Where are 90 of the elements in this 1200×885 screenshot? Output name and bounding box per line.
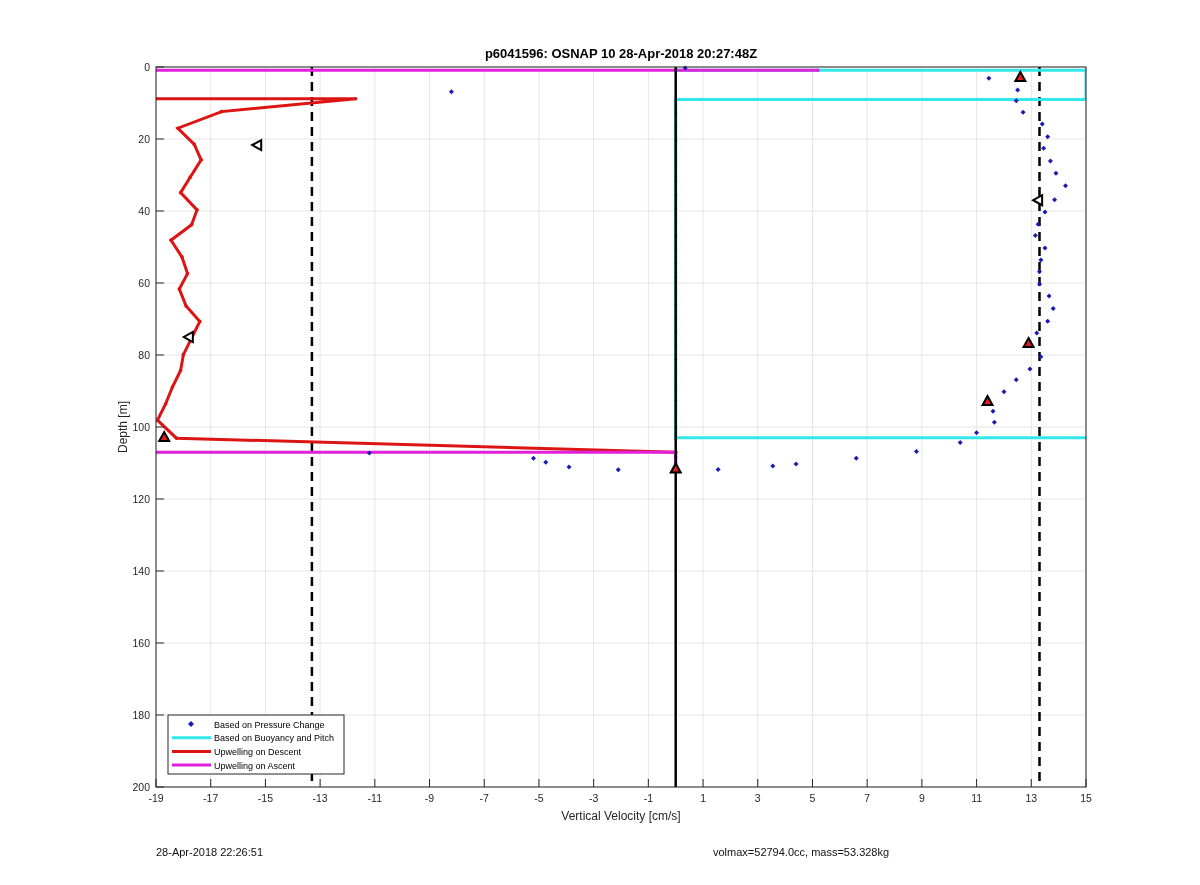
legend-line-icon (172, 763, 211, 767)
data-point (1052, 197, 1058, 203)
x-tick-label: 1 (700, 792, 706, 804)
data-point (1041, 145, 1047, 151)
x-tick-label: -17 (203, 792, 219, 804)
legend-line-icon (172, 749, 211, 753)
data-point (1037, 269, 1042, 275)
data-point (566, 464, 572, 470)
data-point (770, 463, 776, 469)
data-point (1045, 318, 1051, 324)
data-point (1042, 245, 1048, 251)
y-tick-label: 200 (132, 781, 150, 793)
data-point (366, 450, 372, 456)
x-tick-label: -9 (424, 792, 435, 804)
data-point (853, 455, 859, 461)
y-tick-label: 40 (138, 205, 150, 217)
data-point (991, 419, 997, 425)
triangle-up-marker (157, 430, 171, 443)
x-tick-label: 9 (918, 792, 925, 804)
triangle-up-marker (1021, 336, 1036, 349)
triangle-left-marker (181, 330, 194, 344)
volume-mass-text: volmax=52794.0cc, mass=53.328kg (713, 846, 890, 858)
x-tick-label: 15 (1080, 792, 1092, 804)
data-point (1047, 158, 1053, 164)
triangle-left-marker (250, 138, 263, 152)
data-point (793, 461, 799, 467)
chart-title: p6041596: OSNAP 10 28-Apr-2018 20:27:48Z (484, 46, 758, 61)
data-point (1034, 330, 1040, 336)
legend-label: Upwelling on Ascent (214, 760, 296, 771)
legend-line-icon (172, 736, 211, 740)
y-tick-label: 120 (132, 493, 150, 505)
x-tick-label: -3 (589, 792, 599, 804)
triangle-up-marker (980, 394, 995, 407)
data-point (1013, 377, 1019, 383)
y-axis-label: Depth [m] (116, 401, 130, 453)
data-point (682, 65, 688, 71)
data-point (1063, 183, 1068, 189)
x-tick-label: 13 (1025, 792, 1038, 804)
x-tick-label: 11 (971, 792, 983, 804)
triangle-up-marker (669, 461, 683, 474)
y-tick-label: 100 (132, 421, 150, 433)
x-tick-label: -1 (643, 792, 653, 804)
y-tick-label: 20 (138, 133, 150, 145)
legend-label: Upwelling on Descent (214, 746, 302, 757)
data-point (1035, 221, 1041, 227)
x-tick-label: -5 (534, 792, 544, 804)
data-point (448, 89, 454, 95)
legend-label: Based on Pressure Change (214, 719, 325, 730)
data-point (1046, 293, 1052, 299)
data-point (615, 467, 621, 473)
y-tick-label: 180 (132, 709, 150, 721)
data-point (974, 430, 980, 436)
data-point (530, 455, 536, 461)
data-point (1038, 354, 1044, 360)
data-point (715, 467, 721, 472)
triangle-left-marker (1031, 193, 1044, 207)
data-point (1001, 389, 1007, 395)
data-point (1045, 134, 1051, 140)
data-point (957, 440, 963, 445)
x-tick-label: 3 (754, 792, 761, 804)
legend-label: Based on Buoyancy and Pitch (214, 733, 335, 744)
x-tick-label: 5 (809, 792, 816, 804)
data-point (1027, 366, 1033, 372)
x-tick-label: -13 (312, 792, 328, 804)
y-tick-label: 140 (132, 565, 150, 577)
data-point (1042, 209, 1048, 215)
data-point (1015, 87, 1021, 93)
x-tick-label: -7 (479, 792, 489, 804)
data-point (986, 75, 992, 81)
y-tick-label: 160 (132, 637, 150, 649)
x-tick-label: -15 (257, 792, 273, 804)
y-tick-label: 80 (138, 349, 150, 361)
data-point (1050, 306, 1056, 312)
data-point (1037, 281, 1042, 287)
data-point (543, 459, 549, 465)
triangle-up-marker (1013, 70, 1028, 83)
x-tick-label: 7 (864, 792, 871, 804)
x-tick-label: -19 (148, 792, 164, 804)
data-point (1032, 233, 1038, 238)
data-point (1038, 257, 1044, 263)
data-point (1039, 121, 1045, 127)
data-point (1013, 98, 1019, 104)
y-tick-label: 0 (144, 61, 150, 73)
x-axis-label: Vertical Velocity [cm/s] (561, 809, 681, 823)
data-point (1020, 109, 1026, 115)
data-point (913, 449, 919, 454)
y-tick-label: 60 (138, 277, 150, 289)
data-point (1053, 170, 1059, 176)
timestamp-text: 28-Apr-2018 22:26:51 (156, 846, 265, 858)
x-tick-label: -11 (367, 792, 383, 804)
